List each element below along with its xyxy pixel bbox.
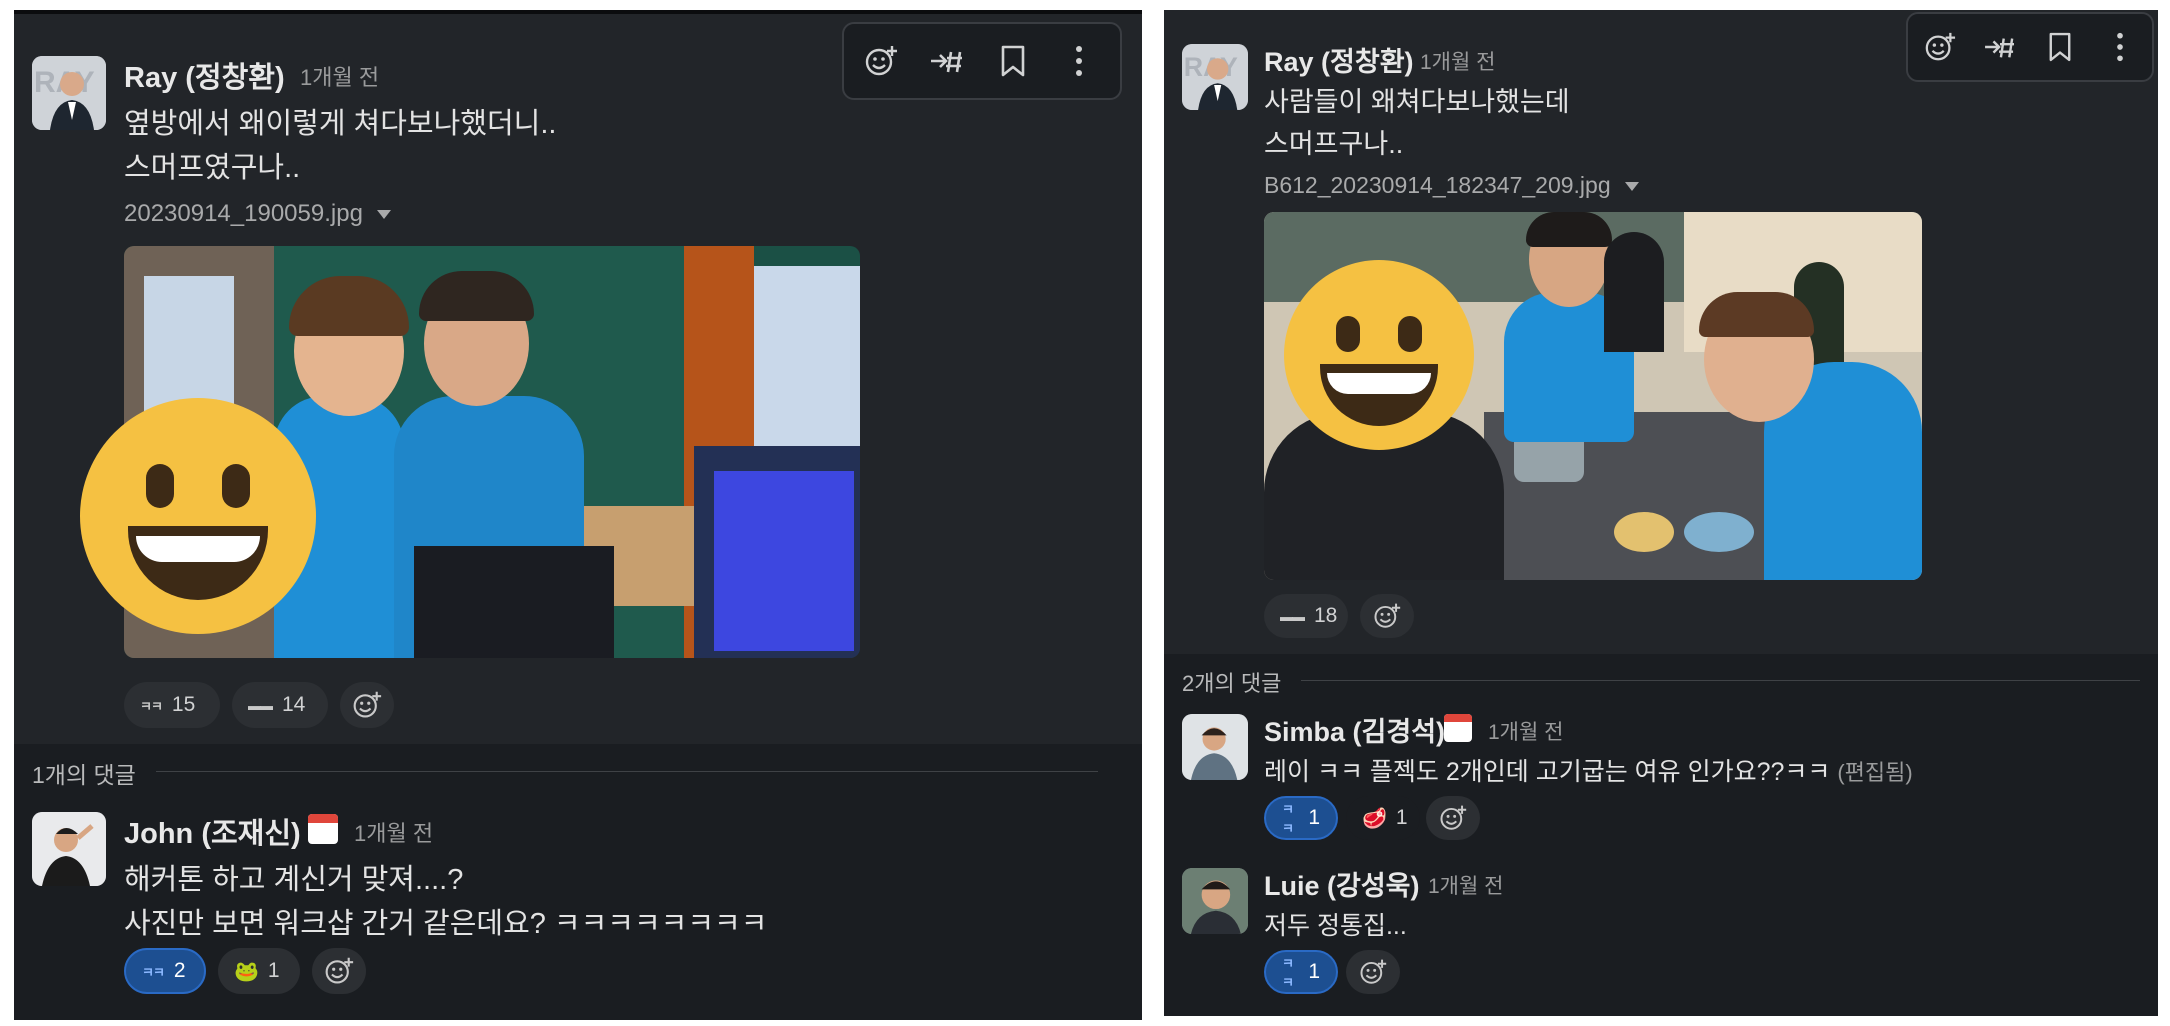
chevron-down-icon[interactable] [376, 210, 391, 220]
dots-emoji: ▬▬ [1280, 608, 1305, 624]
chevron-down-icon[interactable] [1624, 182, 1639, 192]
avatar[interactable]: RAY [1182, 44, 1248, 110]
timestamp[interactable]: 1개월 전 [300, 60, 379, 92]
dots-emoji: ▬▬ [248, 697, 273, 713]
avatar[interactable]: RAY [32, 56, 106, 130]
smiley-sticker [80, 398, 316, 634]
add-reaction-icon [1440, 805, 1467, 830]
share-to-channel-icon[interactable] [1970, 14, 2030, 80]
more-actions-icon[interactable] [2090, 14, 2150, 80]
reaction-kk[interactable]: ㅋㅋ 1 [1264, 950, 1338, 994]
bookmark-icon[interactable] [980, 24, 1046, 98]
message-line-2: 사진만 보면 워크샵 간거 같은데요? ㅋㅋㅋㅋㅋㅋㅋㅋ [124, 908, 768, 940]
reaction-frog[interactable]: 🐸 1 [218, 948, 300, 994]
reaction-meat[interactable]: 🥩 1 [1346, 796, 1420, 840]
timestamp[interactable]: 1개월 전 [354, 816, 433, 848]
meat-emoji: 🥩 [1362, 807, 1387, 830]
reaction-dots[interactable]: ▬▬ 14 [232, 682, 328, 728]
share-to-channel-icon[interactable] [914, 24, 980, 98]
timestamp[interactable]: 1개월 전 [1488, 716, 1563, 746]
avatar[interactable] [1182, 868, 1248, 934]
more-actions-icon[interactable] [1046, 24, 1112, 98]
timestamp[interactable]: 1개월 전 [1428, 870, 1503, 900]
message-line-2: 스머프였구나.. [124, 152, 301, 184]
add-reaction-icon [1360, 959, 1387, 984]
reaction-kk[interactable]: ㅋㅋ 15 [124, 682, 220, 728]
add-reaction-icon[interactable] [1910, 14, 1970, 80]
message-actions-toolbar [1906, 12, 2154, 82]
smiley-sticker [1284, 260, 1474, 450]
right-thread-panel: RAY Ray (정창환) 1개월 전 사람들이 왜쳐다보나했는데 스머프구나.… [1164, 10, 2158, 1016]
reply-count-label: 1개의 댓글 [32, 756, 156, 790]
reaction-dots[interactable]: ▬▬ 18 [1264, 594, 1348, 638]
frog-emoji: 🐸 [234, 960, 259, 983]
add-reaction-icon [325, 957, 354, 984]
message-text: 저두 정통집... [1264, 912, 1407, 940]
reaction-kk[interactable]: ㅋㅋ 1 [1264, 796, 1338, 840]
add-reaction-button[interactable] [1360, 594, 1414, 638]
message-text: 레이 ㅋㅋ 플젝도 2개인데 고기굽는 여유 인가요??ㅋㅋ (편집됨) [1264, 758, 1913, 786]
author-name[interactable]: Ray (정창환) [124, 54, 285, 96]
calendar-icon [308, 814, 338, 844]
avatar[interactable] [1182, 714, 1248, 780]
timestamp[interactable]: 1개월 전 [1420, 46, 1495, 76]
reply-divider-line [1182, 680, 2140, 681]
author-name[interactable]: Simba (김경석) [1264, 710, 1445, 749]
add-reaction-icon [353, 691, 382, 718]
calendar-icon [1444, 714, 1472, 742]
add-reaction-icon[interactable] [848, 24, 914, 98]
bookmark-icon[interactable] [2030, 14, 2090, 80]
add-reaction-button[interactable] [312, 948, 366, 994]
reply-count-label: 2개의 댓글 [1182, 666, 1302, 698]
message-line-1: 옆방에서 왜이렇게 쳐다보나했더니.. [124, 108, 557, 140]
avatar[interactable] [32, 812, 106, 886]
file-name[interactable]: B612_20230914_182347_209.jpg [1264, 172, 1639, 199]
add-reaction-icon [1374, 603, 1401, 628]
message-actions-toolbar [842, 22, 1122, 100]
author-name[interactable]: Luie (강성욱) [1264, 864, 1420, 903]
reaction-count: 14 [282, 693, 306, 716]
reaction-kk[interactable]: ㅋㅋ 2 [124, 948, 206, 994]
add-reaction-button[interactable] [1426, 796, 1480, 840]
message-line-1: 사람들이 왜쳐다보나했는데 [1264, 87, 1570, 117]
edited-label: (편집됨) [1837, 760, 1913, 785]
reply-divider-line [32, 771, 1098, 772]
author-name[interactable]: John (조재신) [124, 810, 301, 852]
author-name[interactable]: Ray (정창환) [1264, 40, 1414, 79]
reaction-count: 15 [171, 693, 196, 716]
left-thread-panel: RAY Ray (정창환) 1개월 전 옆방에서 왜이렇게 쳐다보나했더니.. … [14, 10, 1142, 1020]
file-name[interactable]: 20230914_190059.jpg [124, 200, 391, 228]
add-reaction-button[interactable] [1346, 950, 1400, 994]
kk-emoji: ㅋㅋ [140, 698, 163, 714]
message-line-1: 해커톤 하고 계신거 맞져....? [124, 864, 464, 896]
add-reaction-button[interactable] [340, 682, 394, 728]
message-line-2: 스머프구나.. [1264, 129, 1404, 159]
